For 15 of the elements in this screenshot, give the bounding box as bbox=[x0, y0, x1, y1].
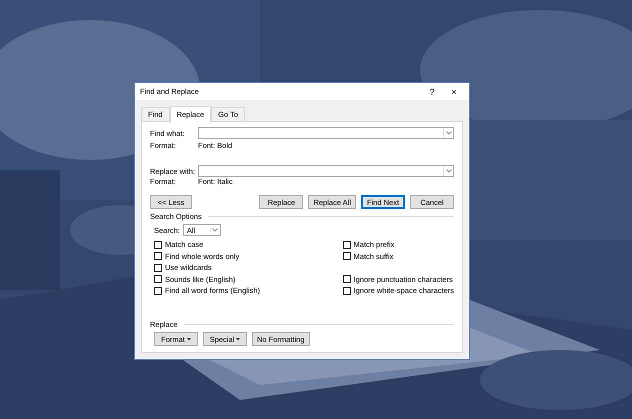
caret-icon bbox=[236, 338, 240, 340]
checkbox[interactable] bbox=[342, 275, 351, 283]
checkbox[interactable] bbox=[154, 240, 162, 248]
checkbox[interactable] bbox=[342, 286, 351, 294]
checkbox[interactable] bbox=[342, 252, 351, 260]
close-button[interactable]: × bbox=[443, 86, 465, 96]
combo-field[interactable] bbox=[198, 127, 454, 139]
checkbox[interactable] bbox=[154, 275, 162, 283]
checkbox[interactable] bbox=[342, 240, 351, 248]
checkbox[interactable] bbox=[154, 264, 162, 272]
help-button[interactable]: ? bbox=[421, 86, 443, 96]
checkbox[interactable] bbox=[154, 252, 162, 260]
checkbox[interactable] bbox=[154, 286, 162, 294]
caret-icon bbox=[186, 338, 191, 340]
combo-field[interactable] bbox=[198, 165, 454, 177]
